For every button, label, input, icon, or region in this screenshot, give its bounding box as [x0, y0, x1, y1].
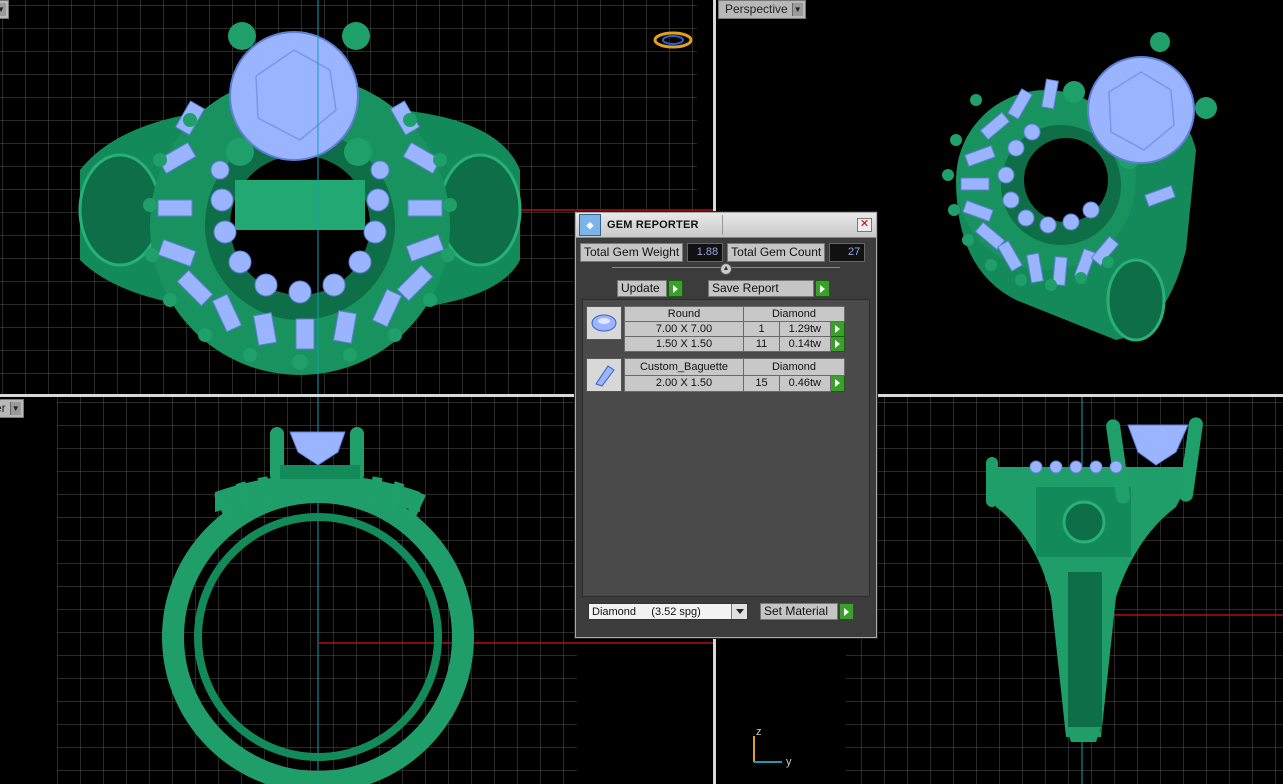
round-gem-icon — [586, 306, 622, 340]
gem-group-round[interactable]: Round Diamond 7.00 X 7.00 1 1.29tw 1.50 … — [586, 306, 846, 352]
material-select[interactable]: Diamond (3.52 spg) — [588, 603, 748, 620]
gem-weight: 1.29tw — [779, 321, 831, 337]
gem-reporter-dialog: ◈ GEM REPORTER ✕ Total Gem Weight 1.88 T… — [575, 212, 877, 638]
select-row-icon[interactable] — [829, 321, 846, 337]
gem-material: Diamond — [743, 358, 845, 376]
collapse-knob-icon[interactable]: ▲ — [720, 263, 732, 275]
chevron-down-icon[interactable] — [731, 604, 747, 619]
gem-group-baguette[interactable]: Custom_Baguette Diamond 2.00 X 1.50 15 0… — [586, 358, 846, 392]
viewport-title: Perspective — [725, 2, 788, 16]
gem-count: 11 — [742, 336, 781, 352]
gem-reporter-logo-icon: ◈ — [579, 214, 601, 236]
title-separator — [722, 215, 723, 235]
total-count-value: 27 — [829, 243, 866, 262]
viewport-label-perspective[interactable]: Perspective ▼ — [718, 0, 806, 19]
axis-indicator: z y — [748, 726, 798, 771]
chevron-down-icon[interactable]: ▼ — [0, 3, 6, 16]
gem-count: 15 — [742, 374, 781, 392]
gem-size: 2.00 X 1.50 — [624, 374, 744, 392]
gem-count: 1 — [742, 321, 781, 337]
select-row-icon[interactable] — [829, 336, 846, 352]
save-report-group: Save Report — [708, 280, 830, 297]
update-group: Update — [617, 280, 683, 297]
save-report-go-icon[interactable] — [815, 280, 830, 297]
total-weight-label: Total Gem Weight — [580, 243, 684, 262]
material-select-value: Diamond (3.52 spg) — [592, 606, 701, 618]
chevron-down-icon[interactable]: ▼ — [9, 402, 21, 415]
save-report-button[interactable]: Save Report — [708, 280, 814, 297]
select-row-icon[interactable] — [829, 374, 846, 392]
table-row[interactable]: 2.00 X 1.50 15 0.46tw — [624, 374, 846, 392]
gem-shape: Custom_Baguette — [624, 358, 744, 376]
axis-y-label: y — [786, 756, 792, 768]
gem-list: Round Diamond 7.00 X 7.00 1 1.29tw 1.50 … — [582, 299, 870, 597]
material-row: Diamond (3.52 spg) Set Material — [588, 603, 854, 620]
gem-shape: Round — [624, 306, 744, 322]
gem-table-round: Round Diamond 7.00 X 7.00 1 1.29tw 1.50 … — [624, 306, 846, 352]
gem-size: 7.00 X 7.00 — [624, 321, 744, 337]
gem-weight: 0.46tw — [779, 374, 831, 392]
gem-weight: 0.14tw — [779, 336, 831, 352]
axis-z-label: z — [756, 726, 762, 738]
viewport-menu-top[interactable]: ▼ — [0, 0, 9, 19]
gem-size: 1.50 X 1.50 — [624, 336, 744, 352]
total-weight-value: 1.88 — [687, 243, 724, 262]
gem-table-baguette: Custom_Baguette Diamond 2.00 X 1.50 15 0… — [624, 358, 846, 392]
set-material-button[interactable]: Set Material — [760, 603, 838, 620]
totals-row: Total Gem Weight 1.88 Total Gem Count 27 — [580, 243, 866, 262]
table-row[interactable]: 7.00 X 7.00 1 1.29tw — [624, 321, 846, 337]
gem-material: Diamond — [743, 306, 845, 322]
update-button[interactable]: Update — [617, 280, 667, 297]
chevron-down-icon[interactable]: ▼ — [791, 3, 803, 16]
ring-perspective-model — [942, 32, 1217, 342]
update-go-icon[interactable] — [668, 280, 683, 297]
total-count-label: Total Gem Count — [727, 243, 826, 262]
viewport-title: er — [0, 401, 6, 415]
dialog-title-bar[interactable]: ◈ GEM REPORTER ✕ — [576, 213, 876, 238]
close-icon[interactable]: ✕ — [857, 218, 872, 232]
dialog-title: GEM REPORTER — [607, 219, 699, 231]
set-material-go-icon[interactable] — [839, 603, 854, 620]
viewport-label-front[interactable]: er ▼ — [0, 399, 24, 418]
baguette-gem-icon — [586, 358, 622, 392]
table-row[interactable]: 1.50 X 1.50 11 0.14tw — [624, 336, 846, 352]
